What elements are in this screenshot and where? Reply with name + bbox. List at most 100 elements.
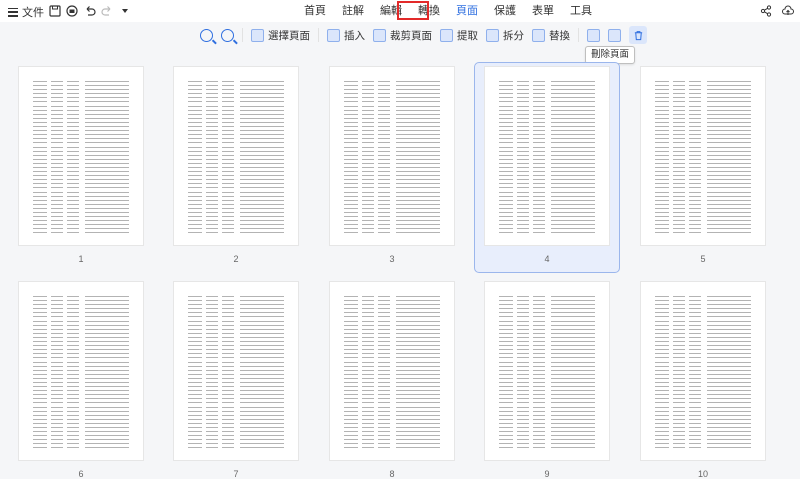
preview-text-line [344,316,440,318]
preview-text-line [499,349,595,351]
page-thumbnail[interactable]: 10 [640,281,766,479]
preview-text-line [344,175,440,177]
preview-text-line [344,296,440,297]
preview-text-line [499,390,595,392]
replace-button[interactable]: 替換 [528,25,574,45]
delete-page-button[interactable] [625,25,651,45]
crop-pages-label: 裁剪頁面 [390,29,432,42]
preview-text-line [499,130,595,132]
preview-text-line [655,390,751,392]
preview-text-line [33,138,129,140]
preview-text-line [33,216,129,218]
select-pages-button[interactable]: 選擇頁面 [247,25,314,45]
insert-button[interactable]: 插入 [323,25,369,45]
file-menu[interactable]: 文件 [8,4,44,20]
preview-text-line [655,418,751,420]
tab-protect[interactable]: 保護 [486,0,524,22]
preview-text-line [655,435,751,437]
preview-text-line [499,357,595,359]
tab-form[interactable]: 表單 [524,0,562,22]
undo-icon[interactable] [83,4,97,18]
preview-text-line [499,353,595,355]
preview-text-line [499,418,595,420]
preview-text-line [33,394,129,396]
preview-text-line [344,224,440,226]
preview-text-line [499,414,595,416]
preview-text-line [188,316,284,318]
page-thumbnail[interactable]: 5 [640,66,766,264]
preview-text-line [499,232,595,234]
zoom-out-button[interactable] [196,25,217,45]
preview-text-line [33,166,129,168]
rotate-right-button[interactable] [604,25,625,45]
preview-text-line [655,207,751,209]
print-icon[interactable] [65,4,79,18]
zoom-out-icon [200,28,213,42]
preview-text-line [344,150,440,152]
preview-text-line [499,308,595,310]
preview-text-line [499,320,595,322]
preview-text-line [655,138,751,140]
extract-button[interactable]: 提取 [436,25,482,45]
tab-page[interactable]: 頁面 [448,0,486,22]
preview-text-line [188,207,284,209]
preview-text-line [33,126,129,128]
preview-text-line [344,195,440,197]
tab-comment[interactable]: 註解 [334,0,372,22]
preview-text-line [655,126,751,128]
preview-text-line [344,357,440,359]
page-thumbnail[interactable]: 3 [329,66,455,264]
preview-text-line [499,109,595,111]
preview-text-line [655,361,751,363]
share-icon[interactable] [760,4,772,17]
rotate-left-button[interactable] [583,25,604,45]
tab-home[interactable]: 首頁 [296,0,334,22]
page-thumbnail[interactable]: 2 [173,66,299,264]
page-thumbnail[interactable]: 8 [329,281,455,479]
page-thumbnail[interactable]: 6 [18,281,144,479]
preview-text-line [188,212,284,213]
preview-text-line [499,435,595,437]
preview-text-line [655,105,751,107]
preview-text-line [33,304,129,306]
save-icon[interactable] [48,4,62,18]
preview-text-line [344,394,440,396]
crop-pages-button[interactable]: 裁剪頁面 [369,25,436,45]
preview-text-line [344,435,440,437]
preview-text-line [344,109,440,111]
preview-text-line [344,85,440,87]
page-thumbnail[interactable]: 1 [18,66,144,264]
dropdown-icon[interactable] [118,4,132,18]
page-preview [18,281,144,461]
preview-text-line [33,402,129,404]
zoom-in-button[interactable] [217,25,238,45]
preview-text-line [188,357,284,359]
ribbon-tabs: 首頁 註解 編輯 轉換 頁面 保護 表單 工具 [296,0,600,22]
preview-text-line [33,142,129,144]
preview-text-line [499,216,595,218]
redo-icon[interactable] [100,4,114,18]
page-number: 3 [389,254,395,264]
preview-text-line [33,418,129,420]
page-thumbnail[interactable]: 7 [173,281,299,479]
page-thumbnail[interactable]: 9 [484,281,610,479]
preview-text-line [499,85,595,87]
preview-text-line [33,175,129,177]
page-number: 7 [233,469,239,479]
preview-text-line [33,158,129,160]
tab-tools[interactable]: 工具 [562,0,600,22]
preview-text-line [499,431,595,433]
preview-text-line [344,431,440,433]
preview-text-line [188,187,284,189]
cloud-upload-icon[interactable] [782,4,794,16]
page-number: 10 [697,469,708,479]
split-button[interactable]: 拆分 [482,25,528,45]
preview-text-line [33,447,129,449]
preview-text-line [499,386,595,388]
preview-text-line [655,142,751,144]
page-thumbnail-selected[interactable]: 4 [484,66,610,264]
preview-text-line [655,296,751,297]
preview-text-line [33,183,129,185]
preview-text-line [344,179,440,181]
preview-text-line [499,134,595,136]
